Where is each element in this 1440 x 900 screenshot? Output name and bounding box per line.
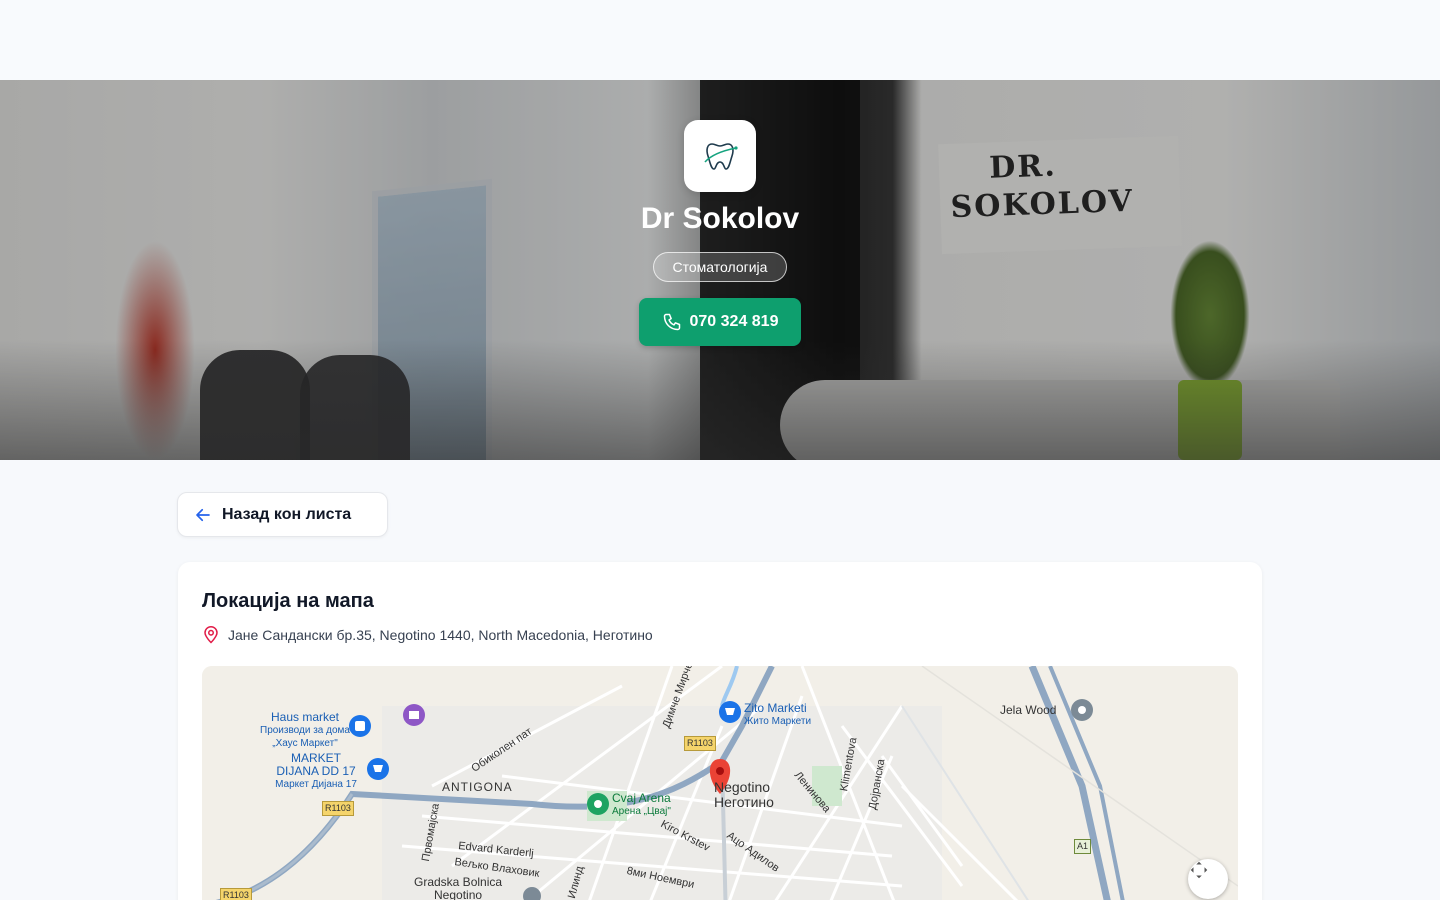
map-label-text: Жито Маркети [744, 716, 812, 727]
map-label-text: „Хаус Маркет" [272, 738, 338, 749]
map-label-antigona: ANTIGONA [442, 780, 513, 794]
map-label-text: Haus market [270, 710, 340, 724]
clinic-name: Dr Sokolov [640, 202, 800, 235]
road-sign-r1103: R1103 [684, 736, 716, 751]
tooth-icon [704, 143, 738, 170]
back-to-list-button[interactable]: Назад кон листа [177, 492, 388, 537]
location-pin-icon [204, 626, 218, 644]
phone-icon [663, 313, 680, 331]
map-label-text: Cvaj Arena [612, 791, 671, 805]
map-label-text: Negotino [714, 779, 771, 795]
road-sign-a1: A1 [1074, 839, 1092, 854]
map-label-text: Производи за дома [260, 725, 350, 736]
phone-number: 070 324 819 [689, 313, 779, 330]
road-sign-r1103: R1103 [322, 801, 354, 816]
embedded-map[interactable]: Haus market Производи за дома „Хаус Марк… [202, 666, 1238, 900]
map-label-text: Арена „Цвај" [612, 806, 671, 817]
map-label-cvaj: Cvaj Arena Арена „Цвај" [612, 792, 671, 818]
expand-icon [1190, 861, 1208, 879]
map-label-text: Неготино [714, 794, 774, 810]
call-phone-button[interactable]: 070 324 819 [639, 298, 801, 346]
map-label-text: Negotino [434, 888, 483, 900]
map-label-gradska: Gradska Bolnica Negotino [414, 876, 502, 900]
map-label: Haus market Производи за дома „Хаус Марк… [260, 711, 350, 750]
map-label-negotino: Negotino Неготино [714, 780, 774, 810]
map-label-text: DIJANA DD 17 [276, 764, 356, 778]
category-badge: Стоматологија [653, 252, 787, 282]
map-fullscreen-button[interactable] [1188, 859, 1228, 899]
map-label-zito: Zito Marketi Жито Маркети [744, 702, 811, 728]
map-label: MARKET DIJANA DD 17 Маркет Дијана 17 [264, 752, 368, 791]
address-row: Јане Сандански бр.35, Negotino 1440, Nor… [202, 626, 653, 644]
road-sign-r1103: R1103 [220, 888, 252, 900]
map-label-jela-wood: Jela Wood [1000, 703, 1057, 717]
map-label-text: Zito Marketi [744, 701, 807, 715]
address-text: Јане Сандански бр.35, Negotino 1440, Nor… [228, 627, 653, 643]
hero-content: Dr Sokolov Стоматологија 070 324 819 [0, 80, 1440, 460]
top-navigation-bar [0, 0, 1440, 80]
clinic-logo [684, 120, 756, 192]
location-title: Локација на мапа [202, 590, 374, 612]
location-card: Локација на мапа Јане Сандански бр.35, N… [178, 562, 1262, 900]
arrow-left-icon [196, 508, 210, 521]
map-label-text: Маркет Дијана 17 [275, 779, 357, 790]
back-to-list-label: Назад кон листа [222, 505, 352, 523]
